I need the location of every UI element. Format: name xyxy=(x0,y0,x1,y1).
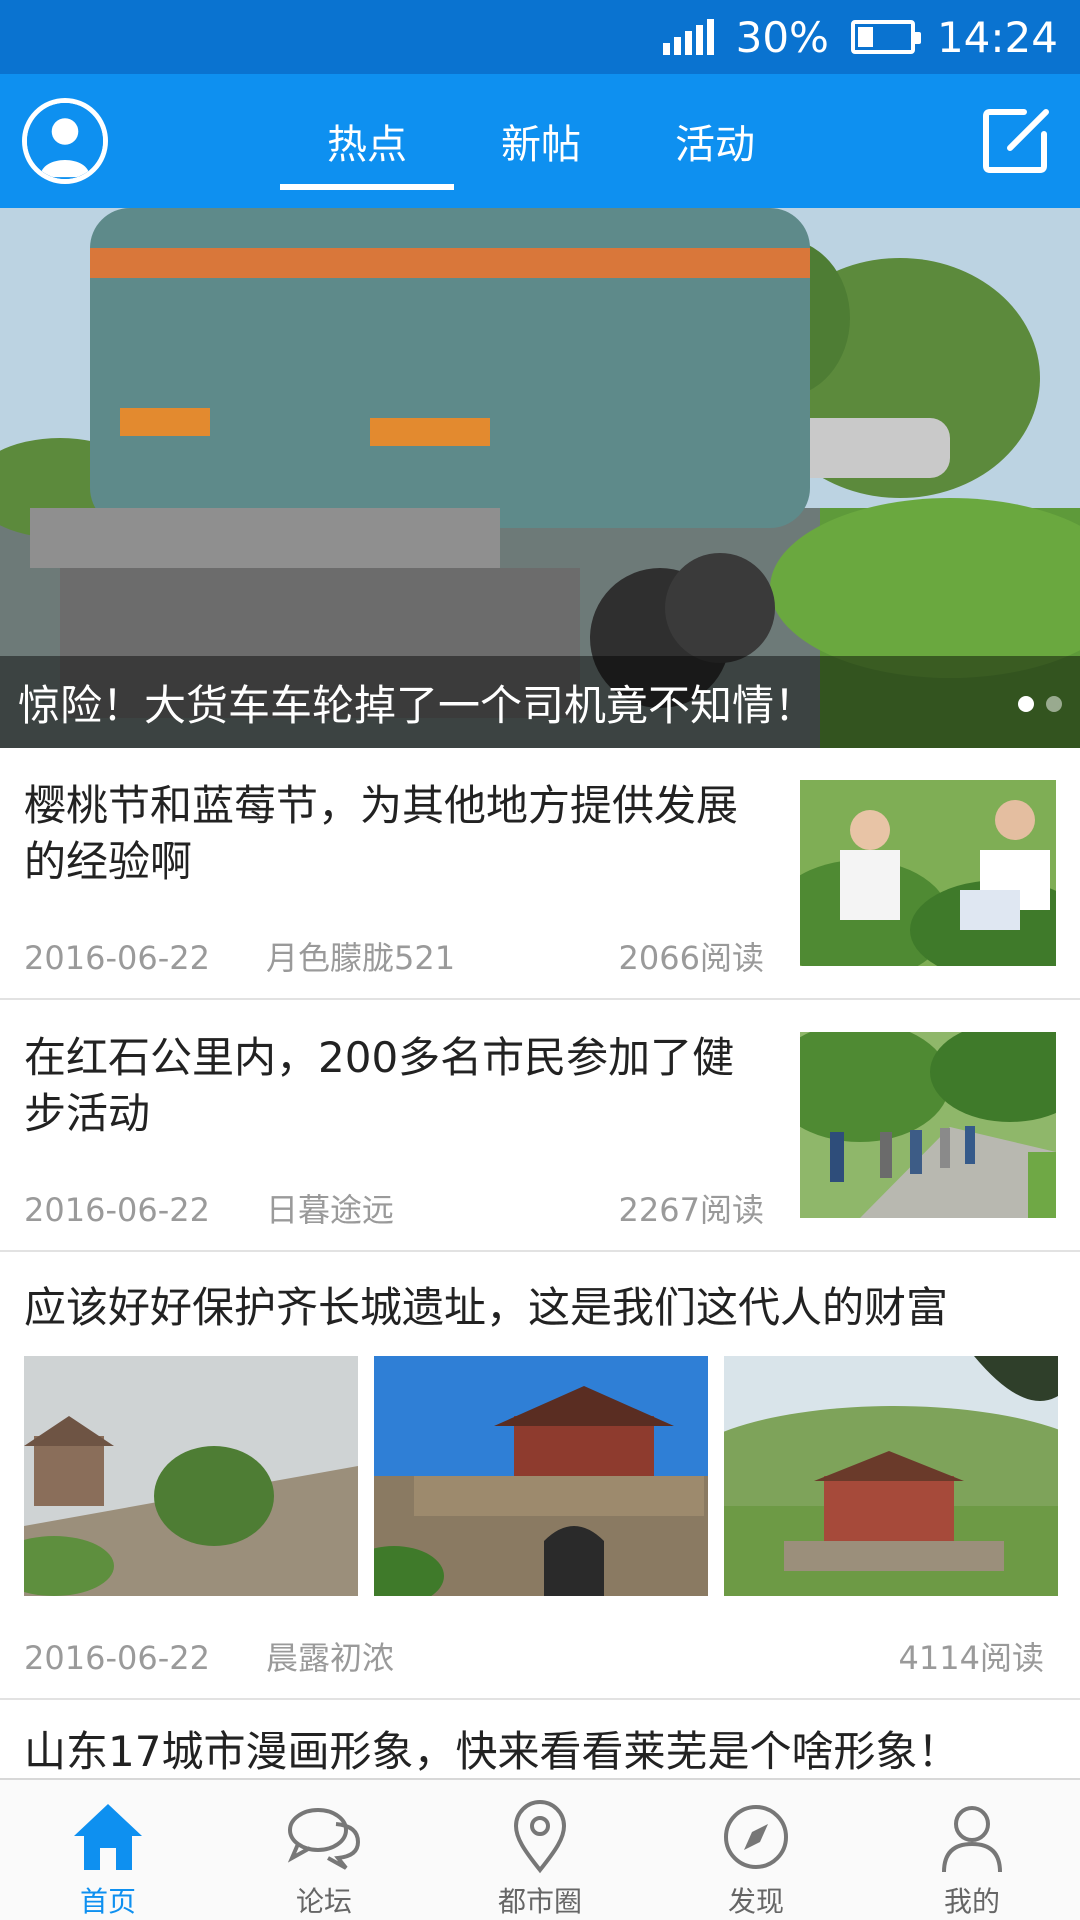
post-thumbnail[interactable] xyxy=(800,1032,1056,1218)
signal-bars-icon xyxy=(662,19,714,55)
post-gallery-image[interactable] xyxy=(24,1356,358,1596)
nav-home-label: 首页 xyxy=(79,1885,136,1918)
nav-home[interactable]: 首页 xyxy=(0,1780,216,1920)
user-profile-icon xyxy=(932,1798,1012,1876)
post-date: 2016-06-22 xyxy=(24,1191,210,1229)
top-tabs: 热点 新帖 活动 xyxy=(280,74,802,208)
nav-forum[interactable]: 论坛 xyxy=(216,1780,432,1920)
carousel-dots xyxy=(1018,696,1062,712)
list-item[interactable]: 在红石公里内，200多名市民参加了健步活动 2016-06-22 日暮途远 22… xyxy=(0,1000,1080,1252)
post-title[interactable]: 樱桃节和蓝莓节，为其他地方提供发展的经验啊 xyxy=(24,778,744,890)
post-thumbnail[interactable] xyxy=(800,780,1056,966)
user-avatar-icon[interactable] xyxy=(22,98,108,184)
post-image-gallery xyxy=(24,1356,1058,1596)
home-icon xyxy=(68,1798,148,1876)
post-read-count: 2267阅读 xyxy=(618,1191,764,1229)
nav-mine-label: 我的 xyxy=(943,1885,1000,1918)
post-date: 2016-06-22 xyxy=(24,1639,210,1677)
tab-activities[interactable]: 活动 xyxy=(628,74,802,208)
post-date: 2016-06-22 xyxy=(24,939,210,977)
battery-fill xyxy=(857,27,873,47)
list-item[interactable]: 山东17城市漫画形象，快来看看莱芜是个啥形象！ xyxy=(0,1700,1080,1778)
post-meta: 2016-06-22 晨露初浓 xyxy=(24,1636,394,1680)
post-author[interactable]: 晨露初浓 xyxy=(266,1636,394,1680)
post-title[interactable]: 应该好好保护齐长城遗址，这是我们这代人的财富 xyxy=(24,1280,1064,1336)
chat-bubbles-icon xyxy=(284,1798,364,1876)
status-bar: 30% 14:24 xyxy=(0,0,1080,74)
status-indicators: 30% 14:24 xyxy=(662,0,1058,74)
list-item[interactable]: 应该好好保护齐长城遗址，这是我们这代人的财富 2016-06-22 晨露初浓 4… xyxy=(0,1252,1080,1700)
battery-icon xyxy=(850,20,921,54)
post-title[interactable]: 山东17城市漫画形象，快来看看莱芜是个啥形象！ xyxy=(24,1724,1064,1778)
battery-percent: 30% xyxy=(735,12,829,62)
carousel-dot xyxy=(1046,696,1062,712)
tab-new-posts[interactable]: 新帖 xyxy=(454,74,628,208)
post-meta: 2016-06-22 月色朦胧521 xyxy=(24,936,455,980)
post-author[interactable]: 日暮途远 xyxy=(266,1188,394,1232)
hero-banner[interactable]: 惊险！大货车车轮掉了一个司机竟不知情！ xyxy=(0,208,1080,748)
clock: 14:24 xyxy=(936,12,1058,62)
post-feed: 樱桃节和蓝莓节，为其他地方提供发展的经验啊 2016-06-22 月色朦胧521… xyxy=(0,748,1080,1778)
nav-city-circle-label: 都市圈 xyxy=(497,1885,582,1918)
compass-icon xyxy=(716,1798,796,1876)
nav-mine[interactable]: 我的 xyxy=(864,1780,1080,1920)
post-read-count: 4114阅读 xyxy=(898,1639,1044,1677)
app-header: 热点 新帖 活动 xyxy=(0,74,1080,208)
post-meta: 2016-06-22 日暮途远 xyxy=(24,1188,394,1232)
post-gallery-image[interactable] xyxy=(374,1356,708,1596)
compose-icon[interactable] xyxy=(980,104,1052,176)
carousel-dot-active xyxy=(1018,696,1034,712)
bottom-nav: 首页 论坛 都市圈 发现 我的 xyxy=(0,1778,1080,1920)
location-pin-icon xyxy=(500,1798,580,1876)
nav-discover-label: 发现 xyxy=(727,1885,784,1918)
nav-discover[interactable]: 发现 xyxy=(648,1780,864,1920)
nav-forum-label: 论坛 xyxy=(295,1885,352,1918)
tab-hot[interactable]: 热点 xyxy=(280,74,454,208)
post-gallery-image[interactable] xyxy=(724,1356,1058,1596)
list-item[interactable]: 樱桃节和蓝莓节，为其他地方提供发展的经验啊 2016-06-22 月色朦胧521… xyxy=(0,748,1080,1000)
nav-city-circle[interactable]: 都市圈 xyxy=(432,1780,648,1920)
hero-caption[interactable]: 惊险！大货车车轮掉了一个司机竟不知情！ xyxy=(0,656,1080,748)
post-read-count: 2066阅读 xyxy=(618,939,764,977)
post-author[interactable]: 月色朦胧521 xyxy=(266,936,455,980)
post-title[interactable]: 在红石公里内，200多名市民参加了健步活动 xyxy=(24,1030,744,1142)
